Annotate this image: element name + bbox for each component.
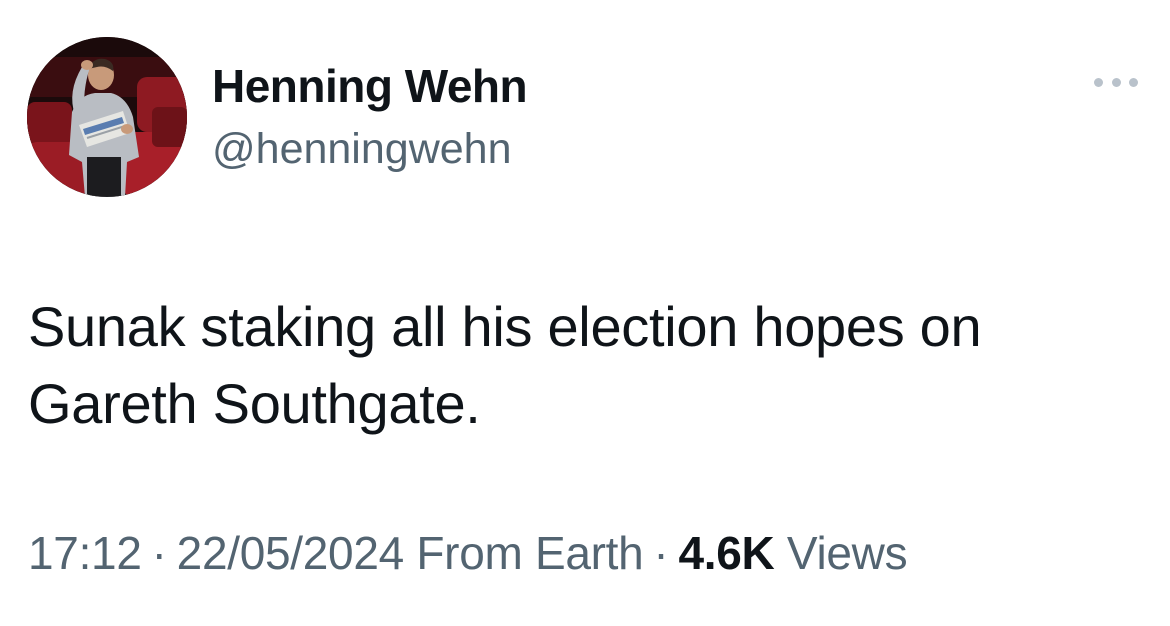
more-dot — [1094, 77, 1103, 87]
author-handle[interactable]: @henningwehn — [212, 123, 512, 175]
meta-separator: · — [151, 527, 167, 579]
avatar[interactable] — [27, 37, 187, 197]
more-dot — [1129, 77, 1138, 87]
tweet-date[interactable]: 22/05/2024 — [177, 527, 405, 579]
tweet-text-line: Sunak staking all his election hopes on — [28, 295, 982, 358]
tweet-time[interactable]: 17:12 — [28, 527, 142, 579]
more-dot — [1111, 77, 1121, 87]
author-display-name[interactable]: Henning Wehn — [212, 58, 528, 114]
tweet-text: Sunak staking all his election hopes on … — [28, 288, 1138, 442]
meta-separator: · — [653, 527, 669, 579]
profile-photo-icon — [27, 37, 187, 197]
more-options-icon[interactable] — [1094, 70, 1138, 94]
views-label: Views — [786, 527, 908, 579]
tweet-text-line: Gareth Southgate. — [28, 372, 481, 435]
views-count[interactable]: 4.6K — [678, 527, 774, 579]
tweet-source: From Earth — [416, 527, 644, 579]
tweet-meta: 17:12 · 22/05/2024 From Earth · 4.6K Views — [28, 524, 908, 582]
